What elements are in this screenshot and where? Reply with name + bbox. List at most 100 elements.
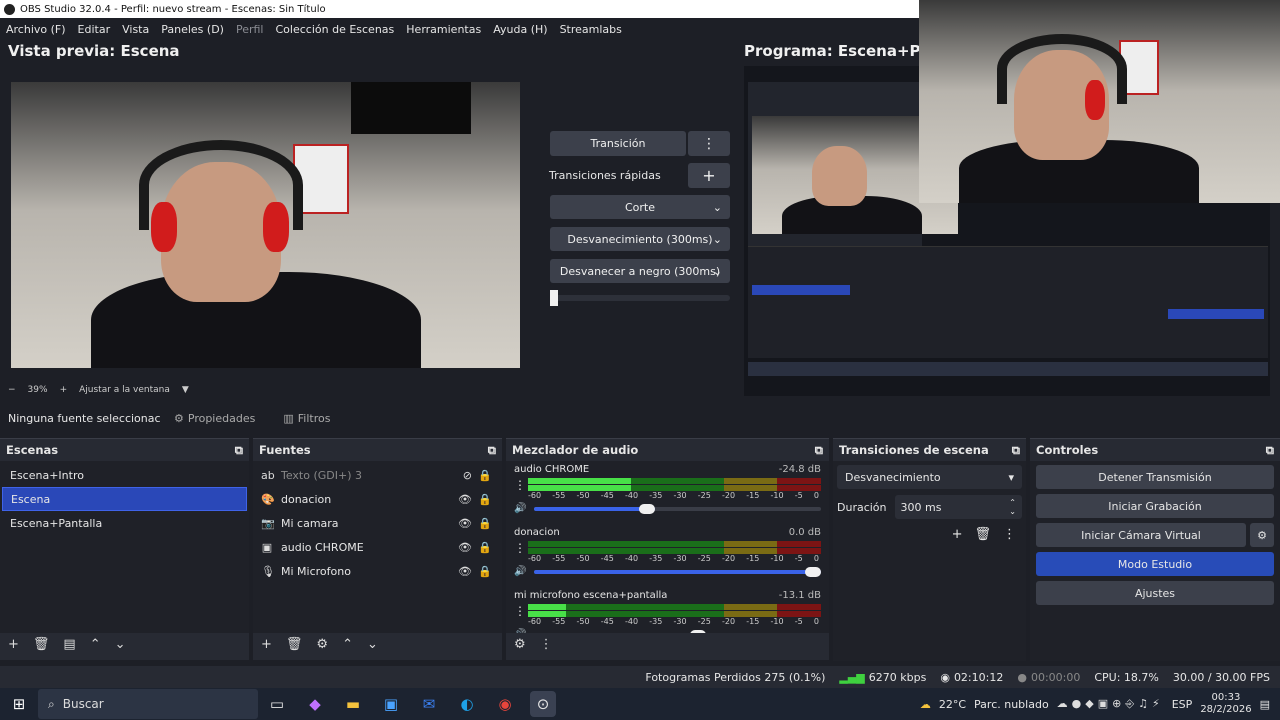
more-icon[interactable]: ⋮ xyxy=(1003,527,1016,542)
transition-button[interactable]: Transición xyxy=(550,131,686,156)
settings-button[interactable]: Ajustes xyxy=(1036,581,1274,605)
source-item[interactable]: 🎨 donacion 👁 🔒 xyxy=(253,487,502,511)
menu-vista[interactable]: Vista xyxy=(122,23,149,36)
undock-icon[interactable]: ⧉ xyxy=(235,443,243,458)
undock-icon[interactable]: ⧉ xyxy=(1266,443,1274,458)
store-icon[interactable]: ▣ xyxy=(378,691,404,717)
lock-icon[interactable]: 🔒 xyxy=(478,565,492,578)
add-icon[interactable]: + xyxy=(8,637,19,652)
quick-transition-fade[interactable]: Desvanecimiento (300ms) ⌄ xyxy=(550,227,730,251)
chevron-up-icon[interactable]: ⌃ xyxy=(342,637,353,652)
source-item[interactable]: 📷 Mi camara 👁 🔒 xyxy=(253,511,502,535)
lock-icon[interactable]: 🔒 xyxy=(478,469,492,482)
transition-select[interactable]: Desvanecimiento ▾ xyxy=(837,465,1022,489)
notification-icon[interactable]: ▤ xyxy=(1260,698,1270,711)
add-icon[interactable]: + xyxy=(261,637,272,652)
volume-knob[interactable] xyxy=(805,566,821,577)
trash-icon[interactable]: 🗑 xyxy=(286,637,303,652)
zoom-in-icon[interactable]: + xyxy=(60,385,68,395)
scale-tick: -50 xyxy=(576,617,590,626)
add-icon[interactable]: + xyxy=(688,163,730,188)
taskbar-search[interactable]: ⌕ Buscar xyxy=(38,689,258,719)
eye-icon[interactable]: 👁 xyxy=(458,493,472,506)
studio-mode-button[interactable]: Modo Estudio xyxy=(1036,552,1274,576)
menu-editar[interactable]: Editar xyxy=(78,23,111,36)
speaker-icon[interactable]: 🔊 xyxy=(514,629,526,633)
preview-canvas[interactable] xyxy=(11,82,520,368)
scene-item[interactable]: Escena+Intro xyxy=(2,463,247,487)
menu-streamlabs[interactable]: Streamlabs xyxy=(560,23,622,36)
chevron-down-icon[interactable]: ⌄ xyxy=(115,637,126,652)
undock-icon[interactable]: ⧉ xyxy=(488,443,496,458)
gear-icon[interactable]: ⚙ xyxy=(316,637,328,652)
duration-input[interactable]: 300 ms ⌃ ⌄ xyxy=(894,495,1022,519)
start-recording-button[interactable]: Iniciar Grabación xyxy=(1036,494,1274,518)
chrome-icon[interactable]: ◉ xyxy=(492,691,518,717)
scale-tick: -15 xyxy=(746,554,760,563)
undock-icon[interactable]: ⧉ xyxy=(815,443,823,458)
more-icon[interactable]: ⋮ xyxy=(540,637,553,652)
quick-transition-cut[interactable]: Corte ⌄ xyxy=(550,195,730,219)
add-icon[interactable]: + xyxy=(952,527,963,542)
mixer-channel: audio CHROME -24.8 dB ⋮ -60 -55 -50 -45 -40 -35-… xyxy=(506,461,829,524)
lock-icon[interactable]: 🔒 xyxy=(478,517,492,530)
eye-icon[interactable]: 👁 xyxy=(458,517,472,530)
menu-archivo[interactable]: Archivo (F) xyxy=(6,23,66,36)
volume-slider[interactable] xyxy=(534,503,821,514)
menu-herramientas[interactable]: Herramientas xyxy=(406,23,481,36)
chevron-down-icon[interactable]: ⌄ xyxy=(367,637,378,652)
fit-window-label[interactable]: Ajustar a la ventana xyxy=(79,385,170,395)
filters-button[interactable]: ▥ Filtros xyxy=(283,412,330,425)
language[interactable]: ESP xyxy=(1172,698,1193,711)
more-icon[interactable]: ⋮ xyxy=(688,131,730,156)
more-icon[interactable]: ⋮ xyxy=(514,478,526,492)
gear-icon[interactable]: ⚙ xyxy=(1250,523,1274,547)
menu-coleccion[interactable]: Colección de Escenas xyxy=(276,23,395,36)
clock[interactable]: 00:33 28/2/2026 xyxy=(1200,692,1251,716)
channel-name: mi microfono escena+pantalla xyxy=(514,590,668,601)
task-view-icon[interactable]: ▭ xyxy=(264,691,290,717)
speaker-icon[interactable]: 🔊 xyxy=(514,566,526,577)
tray-icons[interactable]: ☁●◆▣⊕⎆♫⚡ xyxy=(1057,697,1164,711)
stop-stream-button[interactable]: Detener Transmisión xyxy=(1036,465,1274,489)
lock-icon[interactable]: 🔒 xyxy=(478,493,492,506)
scene-item[interactable]: Escena+Pantalla xyxy=(2,511,247,535)
source-item[interactable]: ▣ audio CHROME 👁 🔒 xyxy=(253,535,502,559)
chevron-up-icon[interactable]: ⌃ xyxy=(90,637,101,652)
advanced-audio-icon[interactable]: ⚙ xyxy=(514,637,526,652)
zoom-out-icon[interactable]: − xyxy=(8,385,16,395)
menu-ayuda[interactable]: Ayuda (H) xyxy=(493,23,547,36)
volume-slider[interactable] xyxy=(534,566,821,577)
tbar-handle[interactable] xyxy=(550,290,558,306)
folder-icon[interactable]: ▬ xyxy=(340,691,366,717)
copilot-icon[interactable]: ◆ xyxy=(302,691,328,717)
properties-button[interactable]: ⚙ Propiedades xyxy=(174,412,255,425)
virtual-camera-button[interactable]: Iniciar Cámara Virtual xyxy=(1036,523,1246,547)
speaker-icon[interactable]: 🔊 xyxy=(514,503,526,514)
volume-knob[interactable] xyxy=(638,503,655,514)
eye-icon[interactable]: 👁 xyxy=(458,565,472,578)
windows-start-icon[interactable]: ⊞ xyxy=(6,691,32,717)
menu-paneles[interactable]: Paneles (D) xyxy=(161,23,224,36)
lock-icon[interactable]: 🔒 xyxy=(478,541,492,554)
undock-icon[interactable]: ⧉ xyxy=(1012,443,1020,458)
eye-hidden-icon[interactable]: ⊘ xyxy=(463,469,472,482)
trash-icon[interactable]: 🗑 xyxy=(33,637,50,652)
scene-item-selected[interactable]: Escena xyxy=(2,487,247,511)
obs-icon[interactable]: ⊙ xyxy=(530,691,556,717)
tbar-slider[interactable] xyxy=(550,290,730,306)
edge-icon[interactable]: ◐ xyxy=(454,691,480,717)
eye-icon[interactable]: 👁 xyxy=(458,541,472,554)
more-icon[interactable]: ⋮ xyxy=(514,541,526,555)
chevron-down-icon[interactable]: ▼ xyxy=(182,385,189,395)
outlook-icon[interactable]: ✉ xyxy=(416,691,442,717)
trash-icon[interactable]: 🗑 xyxy=(974,527,991,542)
menu-perfil[interactable]: Perfil xyxy=(236,23,264,36)
more-icon[interactable]: ⋮ xyxy=(514,604,526,618)
filter-icon[interactable]: ▤ xyxy=(63,637,75,652)
volume-slider[interactable] xyxy=(534,629,821,633)
source-item[interactable]: ab Texto (GDI+) 3 ⊘ 🔒 xyxy=(253,463,502,487)
volume-knob[interactable] xyxy=(690,629,707,633)
source-item[interactable]: 🎙 Mi Microfono 👁 🔒 xyxy=(253,559,502,583)
quick-transition-fade-black[interactable]: Desvanecer a negro (300ms) ⌄ xyxy=(550,259,730,283)
